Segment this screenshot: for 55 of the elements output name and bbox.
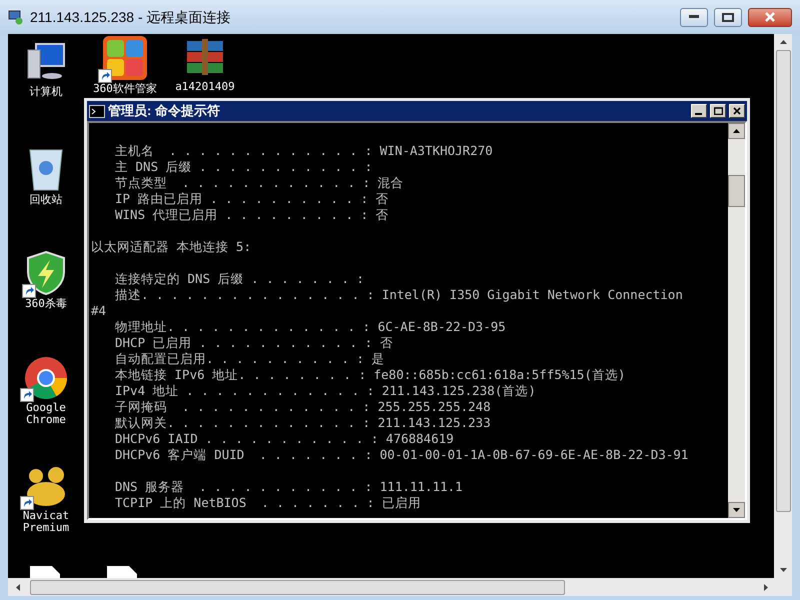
scroll-down-icon [733,508,740,512]
icon-label[interactable]: 360杀毒 [25,298,67,310]
console-line: WINS 代理已启用 . . . . . . . . . : 否 [114,207,390,223]
restore-icon [722,12,734,22]
scroll-left-icon [16,584,20,590]
vertical-scrollbar[interactable] [728,123,745,518]
console-line: 默认网关. . . . . . . . . . . . . : 211.143.125.233 [114,415,492,431]
console-line: 子网掩码 . . . . . . . . . . . . : 255.255.255.248 [114,399,492,415]
console-line: 描述. . . . . . . . . . . . . . . : Intel(R) I350 Gigabit Network Connection [114,287,684,303]
console-line: #4 [91,303,108,319]
console-line: 本地链接 IPv6 地址. . . . . . . . : fe80::685b:cc61:618a:5ff5%15(首选) [114,367,626,383]
icon-label[interactable]: 回收站 [30,194,62,206]
close-button[interactable] [748,8,792,26]
console-line: 连接特定的 DNS 后缀 . . . . . . . : [114,271,366,287]
app-grid-icon [102,35,148,81]
scroll-up-icon [780,40,786,44]
scroll-down-icon [780,568,786,572]
scroll-right-icon [764,584,768,590]
console-line: DHCPv6 IAID . . . . . . . . . . . : 476884619 [114,431,455,447]
close-icon [765,12,775,22]
console-line: DNS 服务器 . . . . . . . . . . . : 111.11.11.1 [114,479,464,495]
console-line: 主机名 . . . . . . . . . . . . . : WIN-A3TKHOJR270 [114,143,494,159]
console-line: DHCPv6 客户端 DUID . . . . . . . : 00-01-00-01-1A-0B-67-69-6E-AE-8B-22-D3-91 [114,447,690,463]
vertical-scrollbar[interactable] [774,34,792,578]
remote-desktop-icon [8,9,24,25]
icon-label[interactable]: a14201409 [175,81,235,93]
paw-icon [24,464,68,508]
console-line: IPv4 地址 . . . . . . . . . . . . : 211.143.125.238(首选) [114,383,537,399]
console-icon [89,104,105,118]
maximize-icon [714,107,722,115]
browser-icon [24,356,68,400]
console-line: 主 DNS 后缀 . . . . . . . . . . . : [114,159,374,175]
scroll-up-icon [733,129,740,133]
console-line: 节点类型 . . . . . . . . . . . . : 混合 [114,175,405,191]
console-title: 管理员: 命令提示符 [108,102,220,120]
scroll-thumb[interactable] [776,50,790,512]
console-line: IP 路由已启用 . . . . . . . . . . : 否 [114,191,390,207]
scroll-thumb[interactable] [728,175,745,207]
icon-label[interactable]: Google Chrome [11,402,81,426]
icon-label[interactable]: Navicat Premium [11,510,81,534]
icon-label[interactable]: 360软件管家 [93,83,157,95]
console-line: TCPIP 上的 NetBIOS . . . . . . . : 已启用 [114,495,422,511]
shield-icon [26,250,66,296]
minimize-button[interactable] [680,8,708,26]
maximize-button[interactable] [714,8,742,26]
console-line: 物理地址. . . . . . . . . . . . . : 6C-AE-8B-22-D3-95 [114,319,507,335]
console-line: 以太网适配器 本地连接 5: [91,239,252,255]
console-line: 自动配置已启用. . . . . . . . . . : 是 [114,351,386,367]
window-title: 211.143.125.238 - 远程桌面连接 [30,8,231,26]
close-icon [733,107,741,115]
minimize-icon [689,15,699,19]
console-line: DHCP 已启用 . . . . . . . . . . . : 否 [114,335,394,351]
icon-label[interactable]: 计算机 [30,86,62,98]
horizontal-scrollbar[interactable] [8,578,792,596]
scroll-thumb[interactable] [30,580,565,594]
